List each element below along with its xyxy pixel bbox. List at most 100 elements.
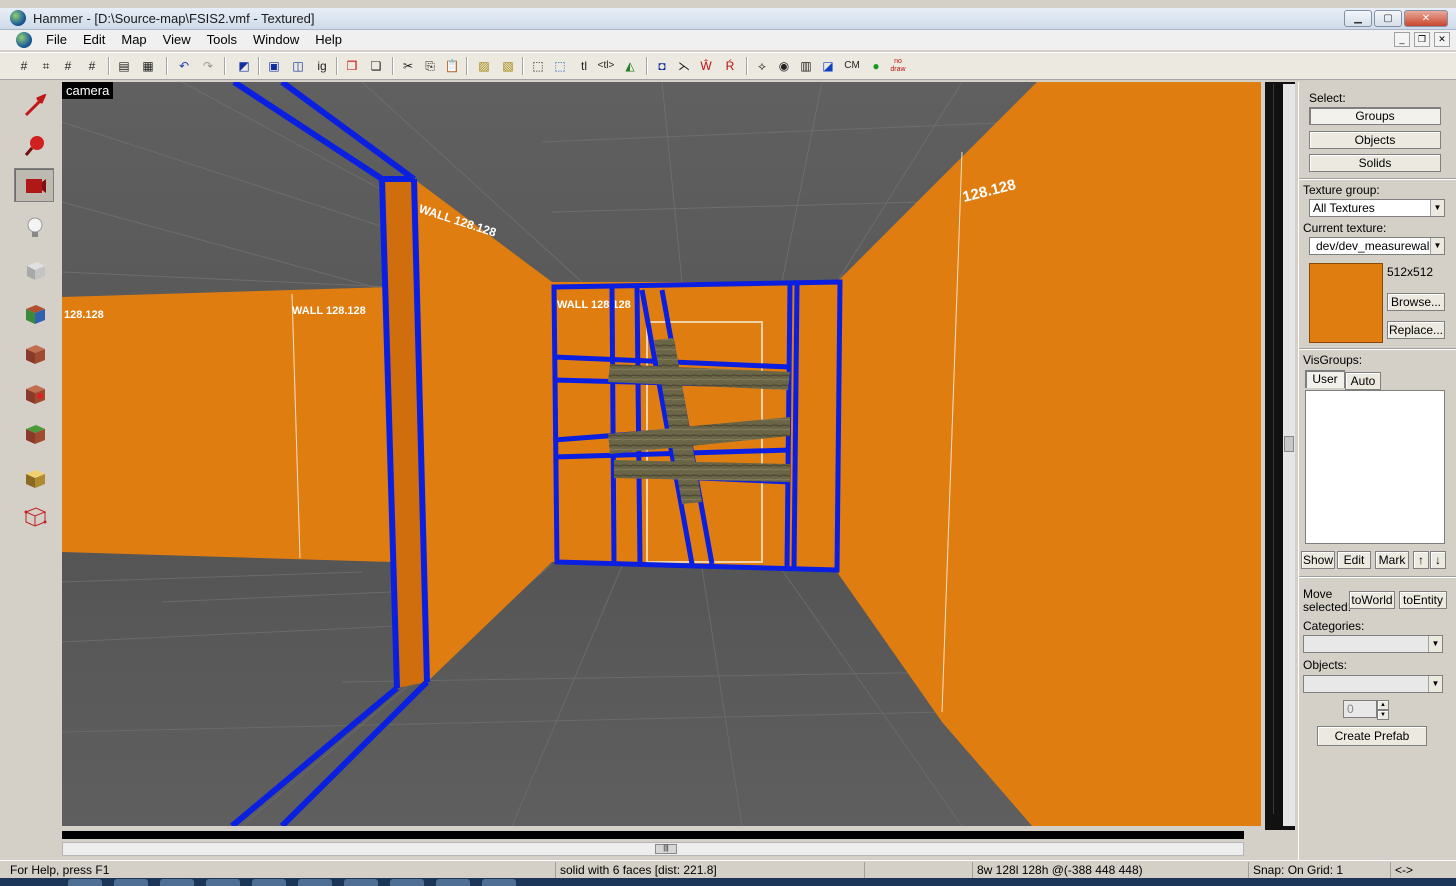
- block-tool[interactable]: [14, 252, 54, 286]
- chevron-down-icon[interactable]: ▼: [1430, 238, 1444, 254]
- display-helpers-icon[interactable]: ⋋: [674, 56, 694, 76]
- tab-auto[interactable]: Auto: [1345, 372, 1381, 390]
- texture-lock-icon[interactable]: ▨: [474, 56, 494, 76]
- apply-texture-tool[interactable]: [14, 336, 54, 370]
- spinner-up-icon[interactable]: ▲: [1377, 700, 1389, 710]
- magnify-tool[interactable]: [14, 128, 54, 162]
- menu-edit[interactable]: Edit: [75, 32, 113, 48]
- taskbar-button[interactable]: [160, 879, 194, 886]
- select-region-icon[interactable]: ⬚: [550, 56, 570, 76]
- replace-button[interactable]: Replace...: [1387, 321, 1445, 339]
- texture-scale-lock-icon[interactable]: ▧: [498, 56, 518, 76]
- categories-select[interactable]: ▼: [1303, 635, 1443, 653]
- tab-user[interactable]: User: [1305, 370, 1345, 388]
- chevron-down-icon[interactable]: ▼: [1428, 676, 1442, 692]
- viewport-vertical-scrollbar[interactable]: [1265, 82, 1295, 830]
- visgroup-mark-button[interactable]: Mark: [1375, 551, 1409, 569]
- vertical-scroll-thumb[interactable]: [1284, 436, 1294, 452]
- to-entity-button[interactable]: toEntity: [1399, 591, 1447, 609]
- hammer-app-icon[interactable]: [10, 10, 26, 26]
- taskbar-button[interactable]: [68, 879, 102, 886]
- decal-tool[interactable]: [14, 376, 54, 410]
- camera-scene[interactable]: 128.128 WALL 128.128 WALL 128.128 WALL 1…: [62, 82, 1261, 826]
- show-cordon-icon[interactable]: ▥: [796, 56, 816, 76]
- spinner-down-icon[interactable]: ▼: [1377, 710, 1389, 720]
- select-box-icon[interactable]: ⬚: [528, 56, 548, 76]
- compile-icon[interactable]: ◩: [234, 56, 254, 76]
- flip-icon[interactable]: ◭: [620, 56, 640, 76]
- document-icon[interactable]: [16, 32, 32, 48]
- toggle-groups-icon[interactable]: ◪: [818, 56, 838, 76]
- copy-icon[interactable]: ⎘: [420, 56, 440, 76]
- clipping-tool[interactable]: [14, 460, 54, 494]
- carve-icon[interactable]: ▤: [114, 56, 134, 76]
- taskbar-button[interactable]: [436, 879, 470, 886]
- texture-application-tool[interactable]: [14, 296, 54, 330]
- menu-file[interactable]: File: [38, 32, 75, 48]
- menu-map[interactable]: Map: [113, 32, 154, 48]
- hide-unselected-icon[interactable]: ◫: [288, 56, 308, 76]
- texture-lock-text-tool[interactable]: tl: [574, 56, 594, 76]
- visgroup-edit-button[interactable]: Edit: [1337, 551, 1371, 569]
- cordon-mode-tool[interactable]: CM: [840, 56, 864, 76]
- browse-button[interactable]: Browse...: [1387, 293, 1445, 311]
- horizontal-scrollbar[interactable]: |||: [62, 842, 1244, 856]
- hide-selected-icon[interactable]: ▣: [264, 56, 284, 76]
- menu-window[interactable]: Window: [245, 32, 307, 48]
- taskbar-button[interactable]: [482, 879, 516, 886]
- to-world-button[interactable]: toWorld: [1349, 591, 1395, 609]
- minimize-button[interactable]: ▁: [1344, 10, 1372, 27]
- ignore-groups-tool[interactable]: ig: [312, 56, 332, 76]
- create-prefab-button[interactable]: Create Prefab: [1317, 726, 1427, 746]
- select-objects-button[interactable]: Objects: [1309, 131, 1441, 149]
- close-button[interactable]: ✕: [1404, 10, 1448, 27]
- grid-3d-icon[interactable]: ⌗: [36, 56, 56, 76]
- cut-icon[interactable]: ✂: [398, 56, 418, 76]
- group-icon[interactable]: ▦: [138, 56, 158, 76]
- selection-tool[interactable]: [14, 88, 54, 122]
- texture-lock-align-tool[interactable]: <tl>: [596, 56, 616, 76]
- move-up-arrow-icon[interactable]: ↑: [1413, 551, 1429, 569]
- face-count-spinner[interactable]: 0: [1343, 700, 1377, 718]
- mdi-close-button[interactable]: ✕: [1434, 32, 1450, 47]
- vertical-scroll-track[interactable]: [1283, 84, 1295, 826]
- taskbar-button[interactable]: [252, 879, 286, 886]
- menu-view[interactable]: View: [155, 32, 199, 48]
- toggle-3d-grid-icon[interactable]: ◉: [774, 56, 794, 76]
- redo-icon[interactable]: ↷: [198, 56, 218, 76]
- move-down-arrow-icon[interactable]: ↓: [1430, 551, 1446, 569]
- taskbar-button[interactable]: [344, 879, 378, 886]
- menu-tools[interactable]: Tools: [199, 32, 245, 48]
- chevron-down-icon[interactable]: ▼: [1428, 636, 1442, 652]
- paste-icon[interactable]: 📋: [442, 56, 462, 76]
- entity-tool[interactable]: [14, 210, 54, 244]
- mdi-restore-button[interactable]: ❐: [1414, 32, 1430, 47]
- grid-larger-icon[interactable]: #: [82, 56, 102, 76]
- camera-tool[interactable]: [14, 168, 54, 202]
- taskbar-button[interactable]: [114, 879, 148, 886]
- current-texture-select[interactable]: dev/dev_measurewall0 ▼: [1309, 237, 1445, 255]
- select-solids-button[interactable]: Solids: [1309, 154, 1441, 172]
- show-connections-icon[interactable]: ⟡: [752, 56, 772, 76]
- texture-group-select[interactable]: All Textures ▼: [1309, 199, 1445, 217]
- grid-smaller-icon[interactable]: #: [58, 56, 78, 76]
- chevron-down-icon[interactable]: ▼: [1430, 200, 1444, 216]
- display-entities-icon[interactable]: Ŵ: [696, 56, 716, 76]
- mdi-minimize-button[interactable]: _: [1394, 32, 1410, 47]
- select-groups-button[interactable]: Groups: [1309, 107, 1441, 125]
- nodraw-tool[interactable]: no draw: [888, 56, 908, 76]
- grid-toggle-icon[interactable]: #: [14, 56, 34, 76]
- visgroup-show-button[interactable]: Show: [1301, 551, 1335, 569]
- overlay-tool[interactable]: [14, 416, 54, 450]
- visgroups-list[interactable]: [1305, 390, 1445, 544]
- horizontal-scroll-thumb[interactable]: |||: [655, 844, 677, 854]
- camera-viewport[interactable]: 128.128 WALL 128.128 WALL 128.128 WALL 1…: [62, 82, 1261, 826]
- vertex-tool[interactable]: [14, 498, 54, 532]
- taskbar-button[interactable]: [298, 879, 332, 886]
- display-radius-icon[interactable]: Ŕ: [720, 56, 740, 76]
- taskbar-button[interactable]: [390, 879, 424, 886]
- display-models-icon[interactable]: ◘: [652, 56, 672, 76]
- taskbar-button[interactable]: [206, 879, 240, 886]
- hollow-icon[interactable]: ❏: [366, 56, 386, 76]
- menu-help[interactable]: Help: [307, 32, 350, 48]
